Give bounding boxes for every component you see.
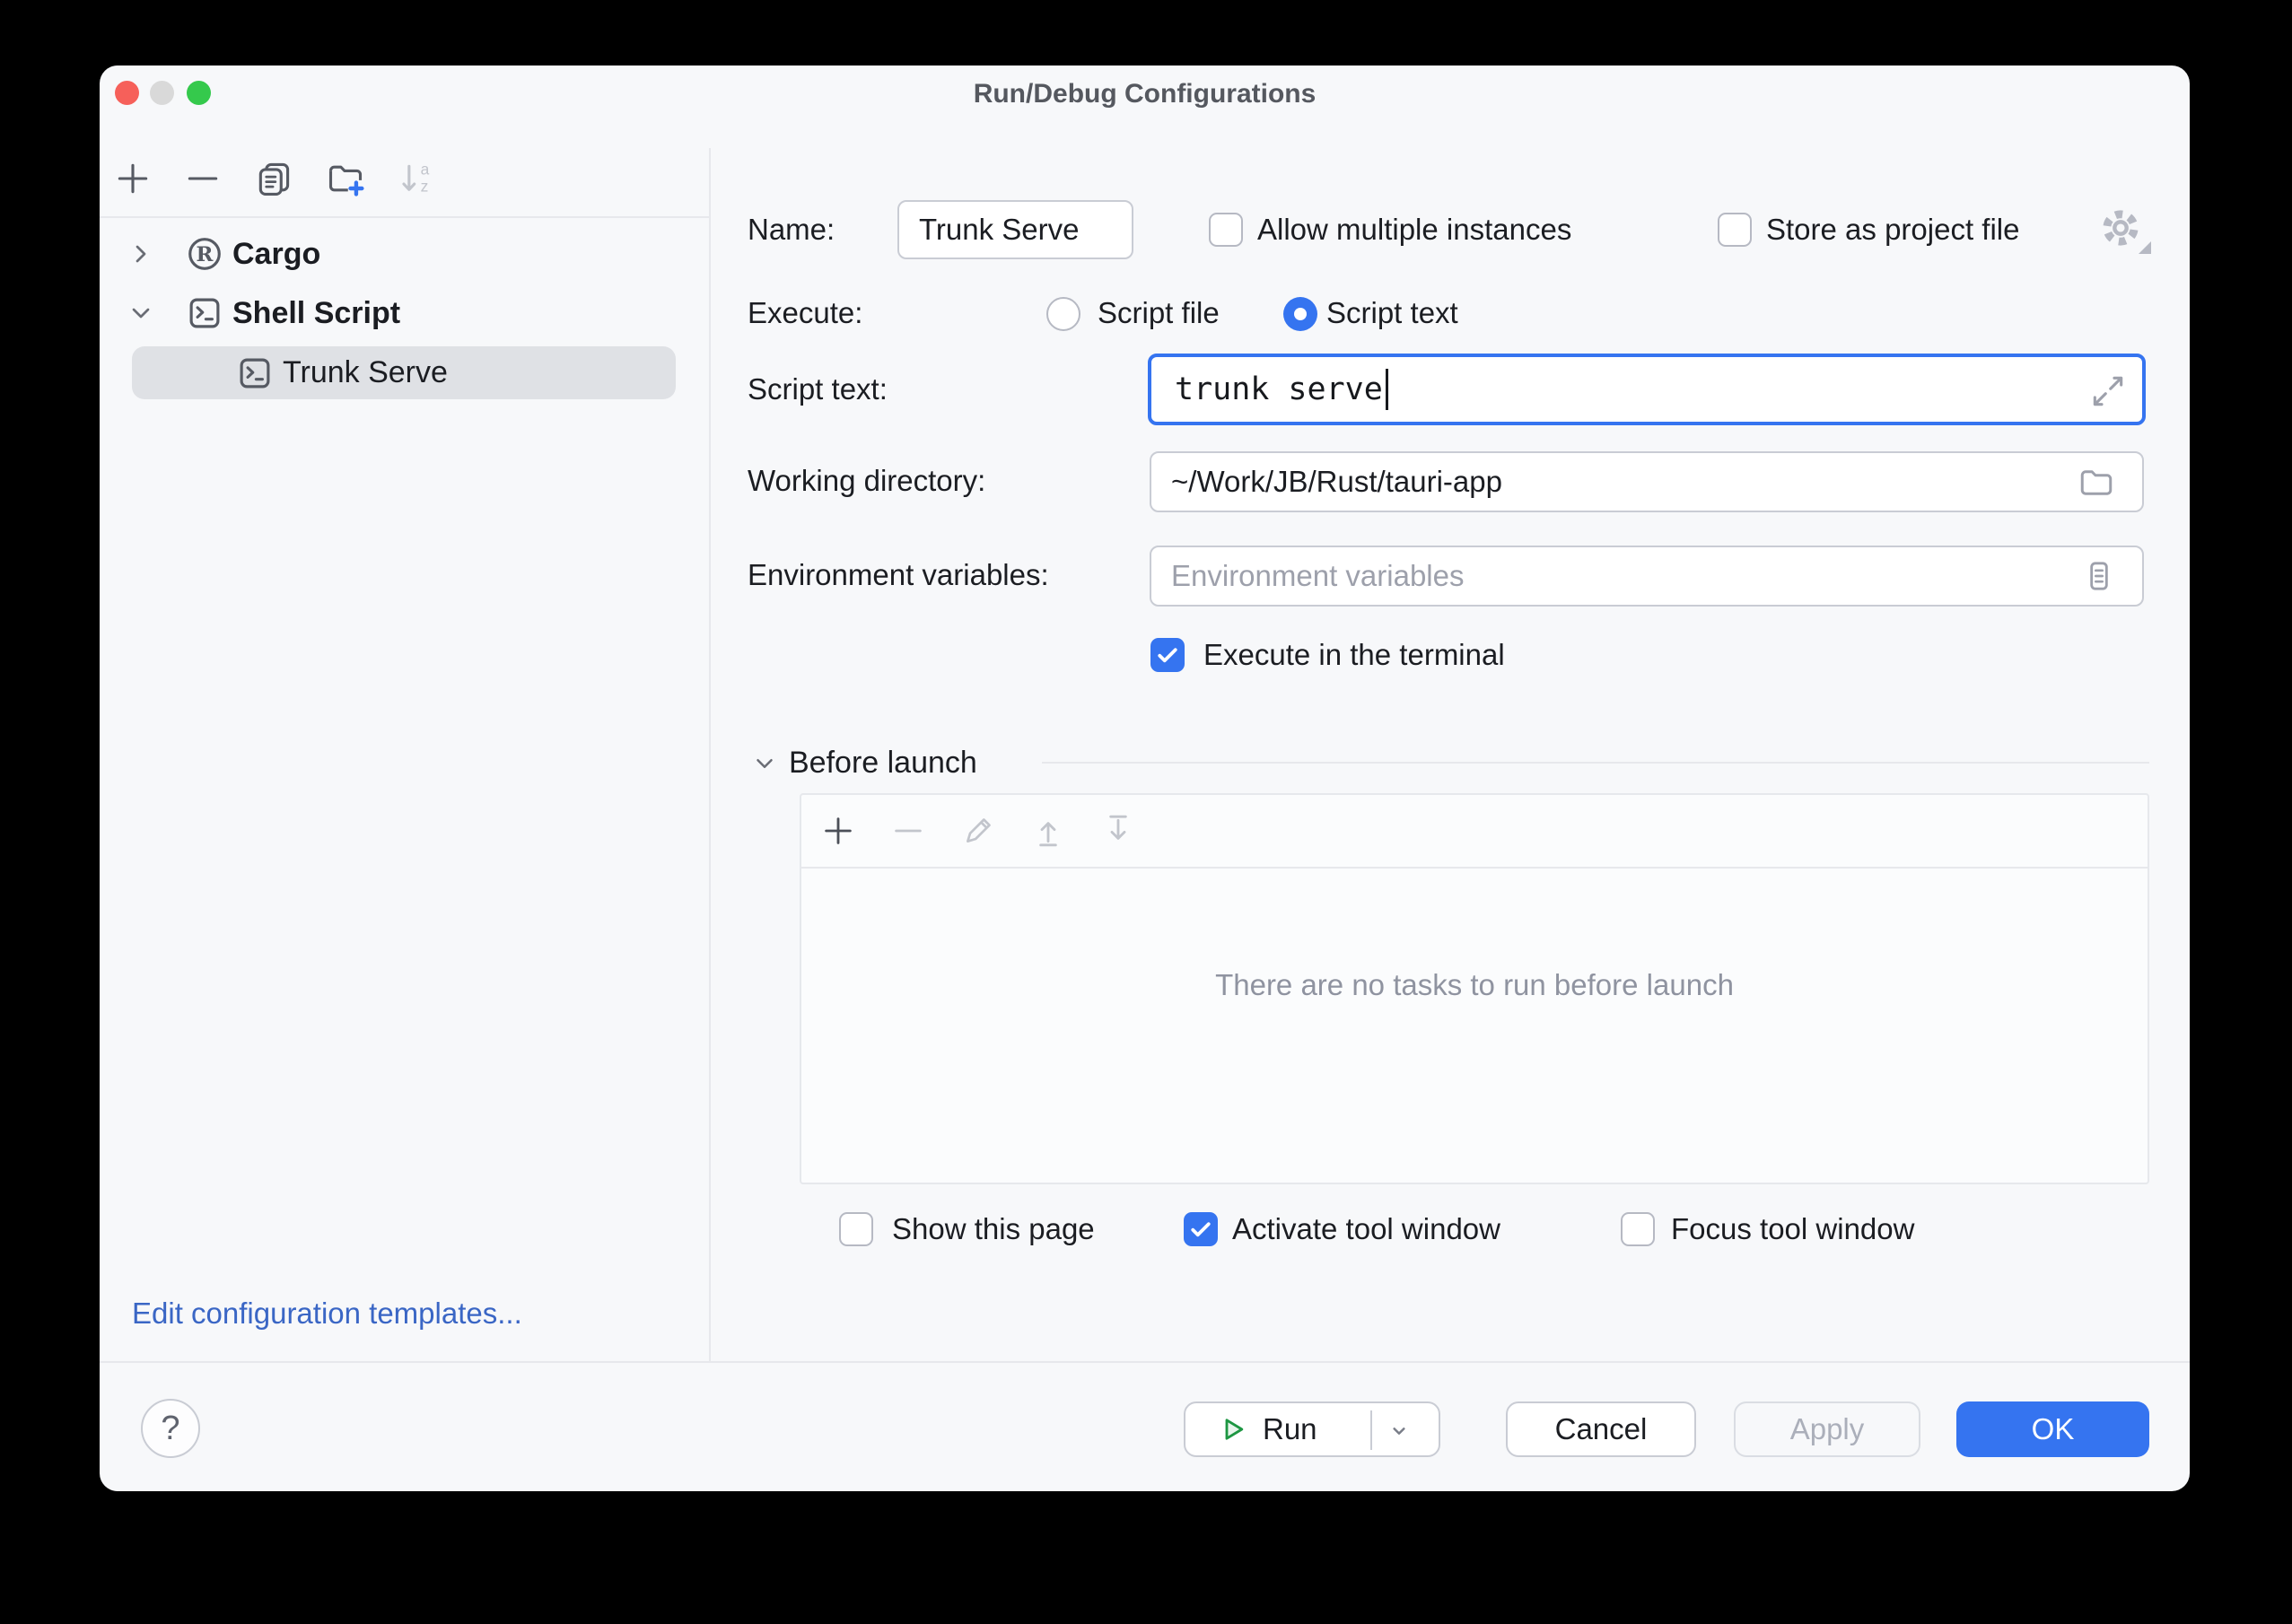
- shell-script-icon: [236, 354, 274, 392]
- script-text-radio[interactable]: [1283, 297, 1317, 331]
- before-launch-divider: [1042, 762, 2149, 764]
- allow-multiple-instances-checkbox[interactable]: [1209, 213, 1243, 247]
- before-launch-collapse-chevron-icon[interactable]: [751, 750, 778, 777]
- expand-field-icon[interactable]: [2088, 371, 2128, 411]
- run-button[interactable]: Run: [1184, 1401, 1440, 1457]
- apply-button-label: Apply: [1790, 1412, 1865, 1446]
- chevron-down-icon[interactable]: [127, 299, 155, 327]
- before-launch-panel: There are no tasks to run before launch: [800, 793, 2149, 1184]
- execute-label: Execute:: [748, 295, 862, 331]
- sidebar-item-trunk-serve-label: Trunk Serve: [283, 354, 448, 391]
- allow-multiple-instances-label[interactable]: Allow multiple instances: [1257, 212, 1571, 248]
- sidebar-item-shell-script[interactable]: Shell Script: [232, 294, 400, 332]
- sidebar-item-cargo[interactable]: Cargo: [232, 235, 320, 273]
- svg-text:z: z: [421, 178, 429, 196]
- shell-script-icon: [186, 294, 223, 332]
- footer-divider: [100, 1361, 2190, 1363]
- task-toolbar-divider: [801, 867, 2148, 869]
- move-task-down-button[interactable]: [1100, 813, 1136, 849]
- move-task-up-button[interactable]: [1030, 813, 1066, 849]
- add-task-button[interactable]: [820, 813, 856, 849]
- ok-button-label: OK: [2032, 1412, 2075, 1446]
- focus-tool-window-checkbox[interactable]: [1621, 1212, 1655, 1246]
- gear-dropdown-triangle-icon: [2139, 241, 2151, 254]
- run-play-icon: [1216, 1413, 1248, 1445]
- svg-text:a: a: [421, 160, 430, 178]
- script-file-radio[interactable]: [1046, 297, 1080, 331]
- environment-variables-label: Environment variables:: [748, 557, 1049, 593]
- execute-in-terminal-checkbox[interactable]: [1150, 638, 1185, 672]
- run-options-chevron-icon[interactable]: [1385, 1417, 1413, 1445]
- script-text-value: trunk serve: [1175, 371, 1383, 407]
- ok-button[interactable]: OK: [1956, 1401, 2149, 1457]
- cancel-button[interactable]: Cancel: [1506, 1401, 1696, 1457]
- edit-configuration-templates-link[interactable]: Edit configuration templates...: [132, 1297, 522, 1331]
- browse-folder-icon[interactable]: [2078, 464, 2115, 502]
- env-variables-list-icon[interactable]: [2081, 558, 2117, 594]
- run-button-label: Run: [1263, 1412, 1317, 1446]
- sort-configurations-button[interactable]: az: [398, 159, 437, 198]
- cancel-button-label: Cancel: [1555, 1412, 1648, 1446]
- run-split-divider: [1370, 1410, 1372, 1450]
- sidebar-divider: [709, 148, 711, 1361]
- run-debug-configurations-dialog: Run/Debug Configurations az R Cargo Shel…: [100, 65, 2190, 1491]
- execute-in-terminal-label[interactable]: Execute in the terminal: [1203, 637, 1505, 673]
- window-title: Run/Debug Configurations: [100, 79, 2190, 109]
- working-directory-label: Working directory:: [748, 463, 985, 499]
- chevron-right-icon[interactable]: [127, 240, 155, 268]
- focus-tool-window-label[interactable]: Focus tool window: [1671, 1211, 1914, 1247]
- new-folder-button[interactable]: [326, 159, 365, 198]
- script-text-radio-label[interactable]: Script text: [1326, 295, 1458, 331]
- show-this-page-checkbox[interactable]: [839, 1212, 873, 1246]
- sidebar-toolbar-divider: [100, 216, 709, 218]
- copy-configuration-button[interactable]: [254, 159, 293, 198]
- store-as-project-file-checkbox[interactable]: [1718, 213, 1752, 247]
- show-this-page-label[interactable]: Show this page: [892, 1211, 1095, 1247]
- name-label: Name:: [748, 212, 835, 248]
- edit-task-button[interactable]: [960, 813, 996, 849]
- add-configuration-button[interactable]: [113, 159, 153, 198]
- before-launch-title[interactable]: Before launch: [789, 745, 977, 781]
- help-button[interactable]: ?: [141, 1399, 200, 1458]
- apply-button[interactable]: Apply: [1734, 1401, 1920, 1457]
- store-settings-gear-icon[interactable]: [2097, 205, 2144, 251]
- script-file-radio-label[interactable]: Script file: [1098, 295, 1220, 331]
- script-text-label: Script text:: [748, 371, 888, 407]
- svg-text:R: R: [197, 243, 214, 266]
- remove-configuration-button[interactable]: [183, 159, 223, 198]
- script-text-input[interactable]: trunk serve: [1148, 354, 2146, 425]
- store-as-project-file-label[interactable]: Store as project file: [1766, 212, 2019, 248]
- working-directory-input[interactable]: [1150, 451, 2144, 512]
- text-caret: [1386, 369, 1388, 410]
- cargo-icon: R: [186, 235, 223, 273]
- help-question-glyph: ?: [161, 1410, 179, 1448]
- name-input[interactable]: [897, 200, 1133, 259]
- environment-variables-input[interactable]: [1150, 546, 2144, 607]
- activate-tool-window-checkbox[interactable]: [1184, 1212, 1218, 1246]
- activate-tool-window-label[interactable]: Activate tool window: [1232, 1211, 1500, 1247]
- no-tasks-message: There are no tasks to run before launch: [801, 967, 2148, 1003]
- remove-task-button[interactable]: [890, 813, 926, 849]
